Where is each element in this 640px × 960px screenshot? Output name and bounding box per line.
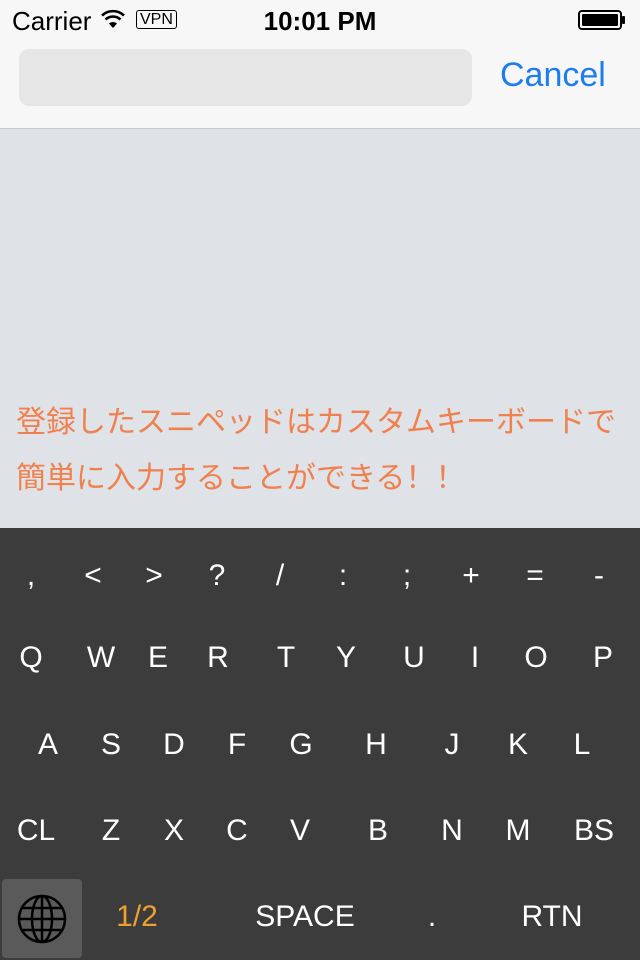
space-key[interactable]: SPACE: [230, 874, 380, 960]
key-u[interactable]: U: [394, 615, 434, 701]
key-w[interactable]: W: [81, 615, 121, 701]
key-plus[interactable]: +: [451, 533, 491, 619]
key-a[interactable]: A: [28, 702, 68, 788]
status-bar: Carrier VPN 10:01 PM: [0, 0, 640, 40]
key-m[interactable]: M: [498, 788, 538, 874]
key-z[interactable]: Z: [91, 788, 131, 874]
key-o[interactable]: O: [516, 615, 556, 701]
page-switch-key[interactable]: 1/2: [100, 874, 174, 960]
key-n[interactable]: N: [432, 788, 472, 874]
key-e[interactable]: E: [138, 615, 178, 701]
hint-text: 登録したスニペッドはカスタムキーボードで 簡単に入力することができる！！: [16, 406, 616, 495]
key-d[interactable]: D: [154, 702, 194, 788]
period-key[interactable]: .: [410, 874, 454, 960]
key-r[interactable]: R: [198, 615, 238, 701]
key-j[interactable]: J: [432, 702, 472, 788]
key-g[interactable]: G: [281, 702, 321, 788]
key-h[interactable]: H: [356, 702, 396, 788]
cancel-button[interactable]: Cancel: [500, 56, 606, 95]
globe-key[interactable]: [2, 879, 82, 958]
key-t[interactable]: T: [266, 615, 306, 701]
key-clear[interactable]: CL: [16, 788, 56, 874]
custom-keyboard: , < > ? / : ; + = - Q W E R T Y U I O P …: [0, 528, 640, 960]
status-time: 10:01 PM: [263, 6, 377, 36]
key-f[interactable]: F: [217, 702, 257, 788]
key-k[interactable]: K: [498, 702, 538, 788]
battery-icon: [578, 10, 625, 30]
keyboard-row-home: A S D F G H J K L: [0, 702, 640, 788]
snippet-input[interactable]: [19, 49, 472, 106]
key-x[interactable]: X: [154, 788, 194, 874]
return-key[interactable]: RTN: [500, 874, 604, 960]
key-greater-than[interactable]: >: [134, 533, 174, 619]
key-semicolon[interactable]: ;: [387, 533, 427, 619]
content-area: 登録したスニペッドはカスタムキーボードで 簡単に入力することができる！！: [0, 129, 640, 528]
key-s[interactable]: S: [91, 702, 131, 788]
key-l[interactable]: L: [562, 702, 602, 788]
key-q[interactable]: Q: [11, 615, 51, 701]
navigation-bar: Cancel: [0, 40, 640, 129]
key-comma[interactable]: ,: [11, 533, 51, 619]
key-b[interactable]: B: [358, 788, 398, 874]
keyboard-row-bottom-letters: CL Z X C V B N M BS: [0, 788, 640, 874]
key-question[interactable]: ?: [197, 533, 237, 619]
keyboard-row-symbols: , < > ? / : ; + = -: [0, 533, 640, 619]
key-v[interactable]: V: [280, 788, 320, 874]
key-equals[interactable]: =: [515, 533, 555, 619]
key-p[interactable]: P: [583, 615, 623, 701]
globe-icon: [17, 894, 67, 943]
key-c[interactable]: C: [217, 788, 257, 874]
key-less-than[interactable]: <: [73, 533, 113, 619]
key-colon[interactable]: :: [323, 533, 363, 619]
key-minus[interactable]: -: [579, 533, 619, 619]
keyboard-row-qwerty: Q W E R T Y U I O P: [0, 615, 640, 701]
key-slash[interactable]: /: [260, 533, 300, 619]
key-backspace[interactable]: BS: [574, 788, 614, 874]
key-y[interactable]: Y: [326, 615, 366, 701]
key-i[interactable]: I: [455, 615, 495, 701]
